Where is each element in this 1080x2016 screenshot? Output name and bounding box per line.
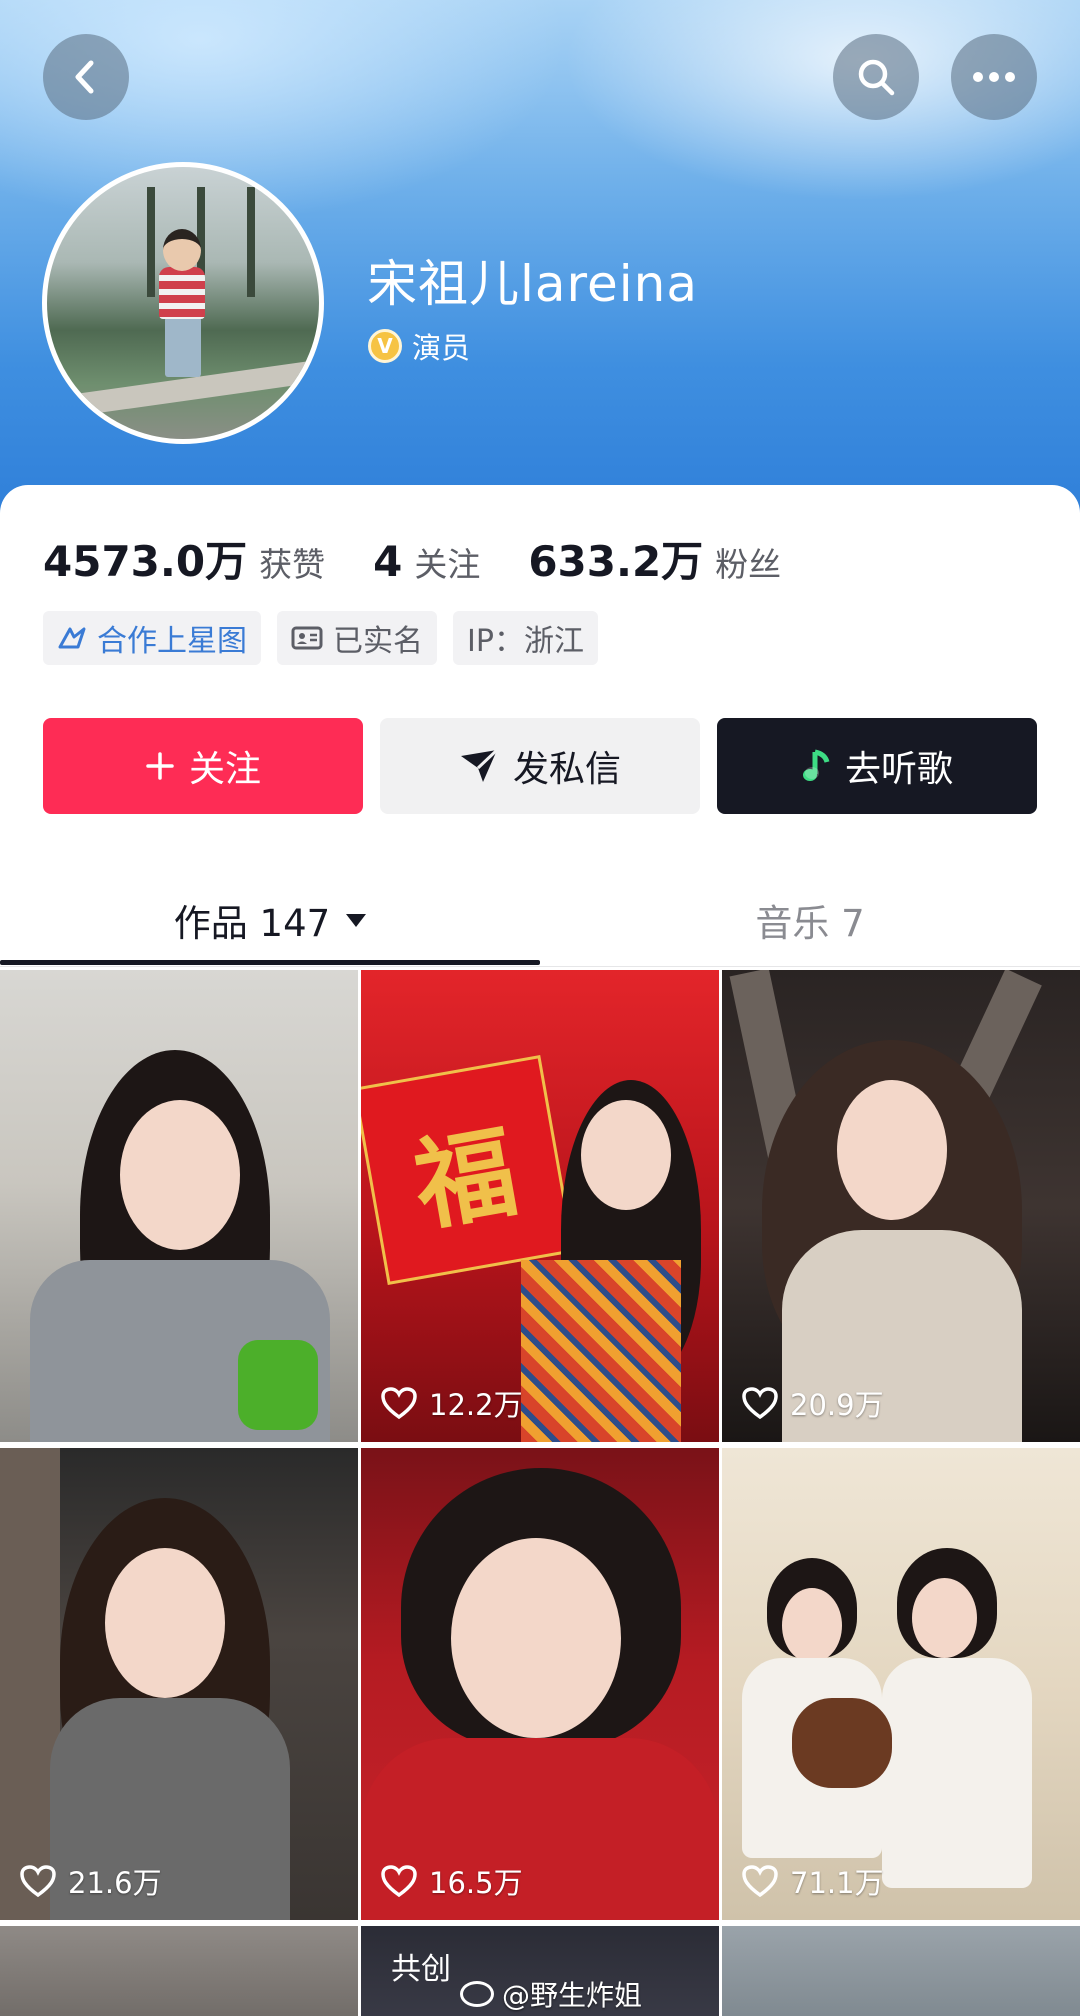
collab-label: 共创 bbox=[391, 1952, 451, 1987]
post-likes: 21.6万 bbox=[20, 1860, 162, 1902]
profile-stats: 4573.0万 获赞 4 关注 633.2万 粉丝 bbox=[43, 528, 829, 589]
post-photo-detail: 福 bbox=[405, 1111, 525, 1246]
post-photo-detail bbox=[451, 1538, 621, 1738]
post-photo-detail bbox=[882, 1658, 1032, 1888]
content-tabs: 作品 147 音乐 7 bbox=[0, 870, 1080, 970]
follow-button[interactable]: 关注 bbox=[43, 718, 363, 814]
avatar-photo-detail bbox=[165, 317, 201, 377]
send-message-button[interactable]: 发私信 bbox=[380, 718, 700, 814]
plus-icon bbox=[145, 751, 175, 781]
post-likes-count: 21.6万 bbox=[68, 1866, 162, 1900]
post-thumbnail[interactable] bbox=[0, 1926, 358, 2016]
following-count[interactable]: 4 bbox=[373, 537, 402, 586]
profile-avatar[interactable] bbox=[42, 162, 324, 444]
post-photo-detail bbox=[837, 1080, 947, 1220]
tab-works-label: 作品 147 bbox=[173, 902, 331, 945]
avatar-photo-detail bbox=[163, 229, 201, 271]
follow-button-label: 关注 bbox=[188, 749, 261, 790]
fu-card: 福 bbox=[361, 1055, 575, 1285]
heart-icon bbox=[20, 1865, 56, 1897]
profile-name: 宋祖儿lareina bbox=[367, 255, 698, 313]
avatar-photo-detail bbox=[247, 187, 255, 297]
tab-divider bbox=[0, 966, 1080, 967]
post-thumbnail[interactable]: 16.5万 bbox=[361, 1448, 719, 1920]
send-message-label: 发私信 bbox=[512, 749, 621, 790]
post-thumbnail[interactable]: 20.9万 bbox=[722, 970, 1080, 1442]
following-label: 关注 bbox=[414, 545, 481, 584]
tab-works[interactable]: 作品 147 bbox=[0, 870, 540, 970]
post-likes-count: 16.5万 bbox=[429, 1866, 523, 1900]
followers-label: 粉丝 bbox=[715, 545, 782, 584]
post-thumbnail[interactable] bbox=[722, 1926, 1080, 2016]
post-likes-count: 20.9万 bbox=[790, 1388, 884, 1422]
post-photo-detail bbox=[782, 1588, 842, 1663]
post-thumbnail[interactable]: 21.6万 bbox=[0, 1448, 358, 1920]
tag-verified-identity[interactable]: 已实名 bbox=[277, 611, 437, 665]
post-thumbnail[interactable]: 71.1万 bbox=[722, 1448, 1080, 1920]
heart-icon bbox=[742, 1865, 778, 1897]
post-likes-count: 12.2万 bbox=[429, 1388, 523, 1422]
caret-down-icon[interactable] bbox=[346, 913, 367, 927]
post-photo-detail bbox=[120, 1100, 240, 1250]
profile-actions: 关注 发私信 去听歌 bbox=[43, 718, 1037, 814]
verification-row: V 演员 bbox=[368, 325, 470, 367]
post-photo-detail bbox=[792, 1698, 892, 1788]
followers-count[interactable]: 633.2万 bbox=[528, 528, 703, 589]
heart-icon bbox=[742, 1387, 778, 1419]
tab-music-label: 音乐 7 bbox=[755, 902, 865, 945]
music-note-icon bbox=[801, 748, 831, 784]
post-photo-detail bbox=[105, 1548, 225, 1698]
post-likes-count: 71.1万 bbox=[790, 1866, 884, 1900]
post-photo-detail bbox=[912, 1578, 977, 1658]
back-button[interactable] bbox=[43, 34, 129, 120]
more-dots-icon bbox=[973, 72, 1015, 82]
weibo-icon bbox=[460, 1981, 494, 2007]
post-thumbnail[interactable]: 福 12.2万 bbox=[361, 970, 719, 1442]
tab-music[interactable]: 音乐 7 bbox=[540, 870, 1080, 970]
profile-tags: 合作上星图 已实名 IP：浙江 bbox=[43, 611, 614, 665]
avatar-photo-detail bbox=[159, 267, 205, 319]
avatar-photo-detail bbox=[147, 187, 155, 297]
post-photo-detail bbox=[238, 1340, 318, 1430]
post-photo-detail bbox=[581, 1100, 671, 1210]
post-likes: 12.2万 bbox=[381, 1382, 523, 1424]
heart-icon bbox=[381, 1865, 417, 1897]
id-card-icon bbox=[291, 625, 323, 651]
watermark-text: @野生炸姐 bbox=[502, 1979, 643, 2012]
active-tab-indicator bbox=[0, 960, 540, 965]
search-button[interactable] bbox=[833, 34, 919, 120]
likes-label: 获赞 bbox=[259, 545, 326, 584]
watermark: @野生炸姐 bbox=[460, 1974, 642, 2014]
verified-badge-icon: V bbox=[368, 329, 402, 363]
listen-music-button[interactable]: 去听歌 bbox=[717, 718, 1037, 814]
more-options-button[interactable] bbox=[951, 34, 1037, 120]
tag-verified-identity-label: 已实名 bbox=[333, 624, 423, 659]
tag-star-map[interactable]: 合作上星图 bbox=[43, 611, 261, 665]
post-thumbnail[interactable] bbox=[0, 970, 358, 1442]
tag-star-map-label: 合作上星图 bbox=[97, 624, 247, 659]
verification-role: 演员 bbox=[412, 331, 471, 365]
search-icon bbox=[858, 59, 895, 96]
send-arrow-icon bbox=[459, 748, 499, 784]
likes-count[interactable]: 4573.0万 bbox=[43, 528, 247, 589]
post-likes: 71.1万 bbox=[742, 1860, 884, 1902]
heart-icon bbox=[381, 1387, 417, 1419]
star-map-icon bbox=[57, 625, 87, 651]
tag-ip-location-label: IP：浙江 bbox=[467, 624, 584, 659]
tag-ip-location: IP：浙江 bbox=[453, 611, 598, 665]
post-photo-detail bbox=[521, 1260, 681, 1442]
post-likes: 16.5万 bbox=[381, 1860, 523, 1902]
listen-music-label: 去听歌 bbox=[844, 749, 953, 790]
chevron-left-icon bbox=[75, 60, 94, 94]
post-likes: 20.9万 bbox=[742, 1382, 884, 1424]
